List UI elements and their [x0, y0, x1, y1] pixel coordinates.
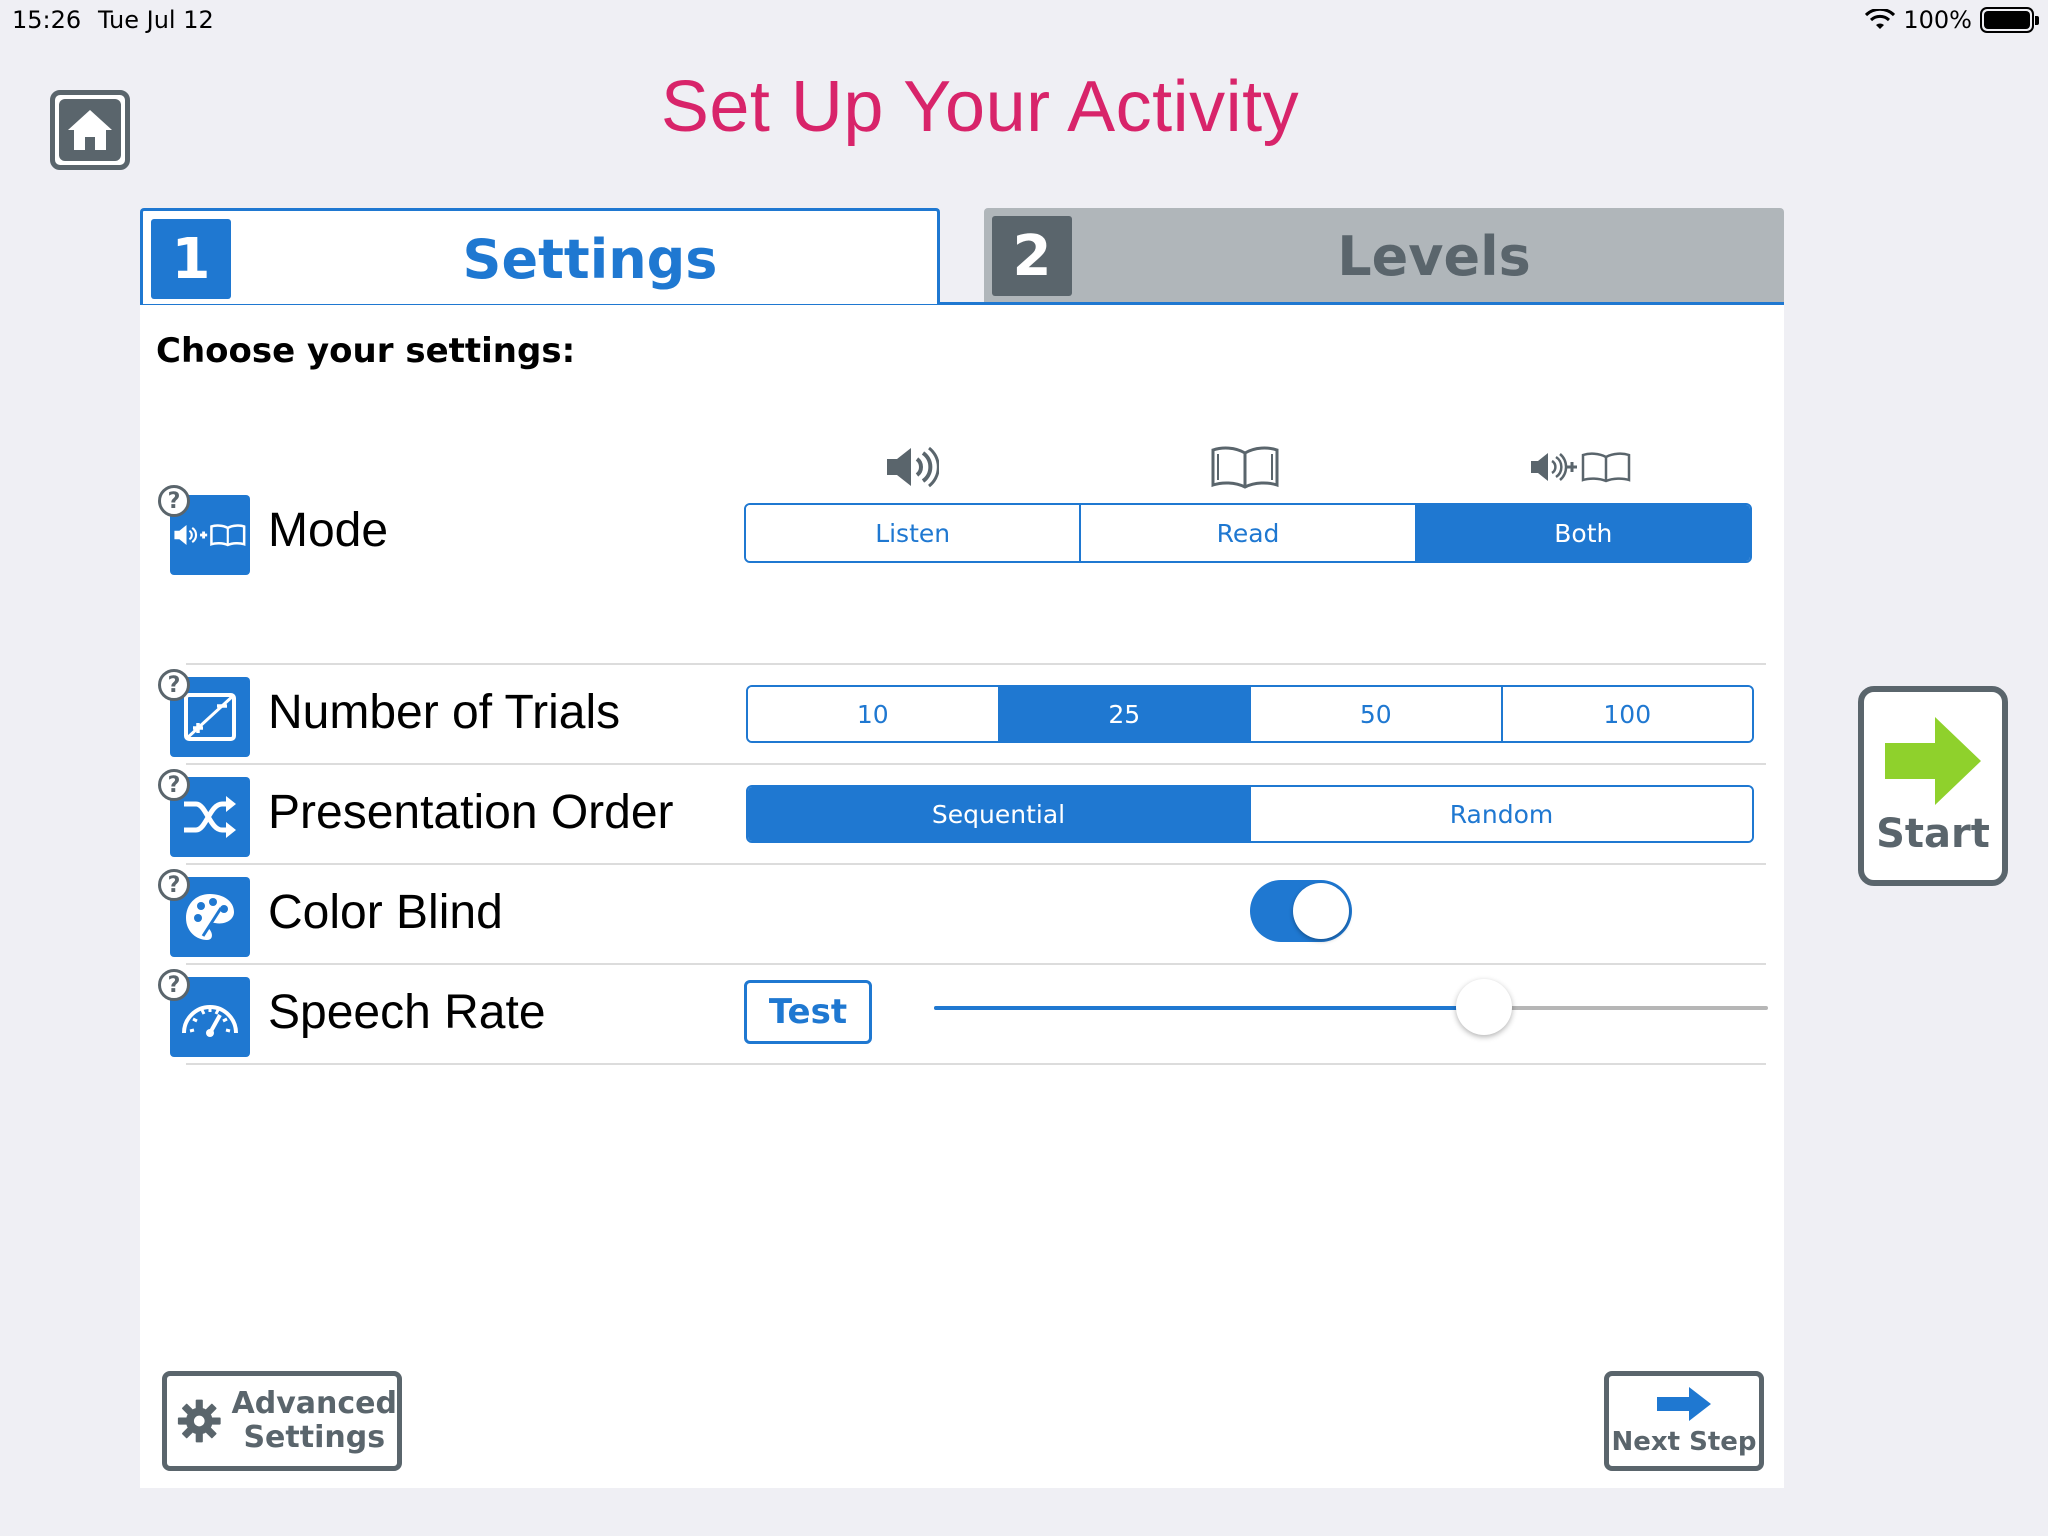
- advanced-settings-label: Advanced Settings: [231, 1386, 397, 1455]
- speaker-icon: [846, 439, 976, 495]
- tab-settings[interactable]: 1 Settings: [140, 208, 940, 304]
- trials-label: Number of Trials: [268, 686, 621, 739]
- order-label: Presentation Order: [268, 786, 674, 839]
- battery-icon: [1980, 7, 2039, 33]
- tab-label: Settings: [462, 227, 718, 291]
- trials-option-10[interactable]: 10: [748, 687, 998, 741]
- tab-number: 1: [151, 219, 231, 299]
- color-blind-toggle[interactable]: [1250, 880, 1352, 942]
- next-step-button[interactable]: Next Step: [1604, 1371, 1764, 1471]
- speech-rate-help-icon[interactable]: ?: [158, 969, 190, 1001]
- status-date: Tue Jul 12: [98, 6, 214, 34]
- row-divider: [186, 763, 1766, 765]
- settings-panel: Choose your settings: ? Mode Listen Read…: [140, 302, 1784, 1488]
- order-option-random[interactable]: Random: [1249, 787, 1752, 841]
- tab-levels[interactable]: 2 Levels: [984, 208, 1784, 304]
- row-divider: [186, 963, 1766, 965]
- row-divider: [186, 863, 1766, 865]
- wifi-icon: [1865, 9, 1896, 29]
- color-blind-help-icon[interactable]: ?: [158, 869, 190, 901]
- status-right: 100%: [1865, 6, 2039, 34]
- mode-option-listen[interactable]: Listen: [746, 505, 1080, 561]
- row-divider: [186, 663, 1766, 665]
- start-arrow-icon: [1885, 717, 1981, 805]
- mode-label: Mode: [268, 504, 389, 557]
- panel-subtitle: Choose your settings:: [156, 331, 576, 371]
- order-help-icon[interactable]: ?: [158, 769, 190, 801]
- mode-segmented-control[interactable]: Listen Read Both: [744, 503, 1752, 563]
- next-step-label: Next Step: [1611, 1427, 1757, 1457]
- tab-label: Levels: [1337, 224, 1531, 288]
- toggle-knob: [1293, 883, 1349, 939]
- speech-test-button[interactable]: Test: [744, 980, 872, 1044]
- trials-help-icon[interactable]: ?: [158, 669, 190, 701]
- tab-number: 2: [992, 216, 1072, 296]
- mode-option-both[interactable]: Both: [1414, 505, 1750, 561]
- status-bar: 15:26 Tue Jul 12 100%: [0, 0, 2048, 40]
- color-blind-label: Color Blind: [268, 886, 503, 939]
- speaker-plus-book-icon: [1516, 439, 1646, 495]
- trials-option-50[interactable]: 50: [1249, 687, 1501, 741]
- mode-help-icon[interactable]: ?: [158, 485, 190, 517]
- arrow-right-icon: [1657, 1387, 1711, 1421]
- status-time: 15:26: [12, 6, 82, 34]
- trials-option-25[interactable]: 25: [997, 687, 1249, 741]
- trials-segmented-control[interactable]: 10 25 50 100: [746, 685, 1754, 743]
- advanced-settings-button[interactable]: Advanced Settings: [162, 1371, 402, 1471]
- slider-fill: [934, 1006, 1485, 1010]
- trials-option-100[interactable]: 100: [1500, 687, 1752, 741]
- order-segmented-control[interactable]: Sequential Random: [746, 785, 1754, 843]
- start-label: Start: [1876, 811, 1990, 857]
- page-title: Set Up Your Activity: [660, 67, 1300, 147]
- gear-icon: [177, 1399, 221, 1443]
- mode-option-read[interactable]: Read: [1079, 505, 1415, 561]
- start-button[interactable]: Start: [1858, 686, 2008, 886]
- order-option-sequential[interactable]: Sequential: [748, 787, 1249, 841]
- battery-percent: 100%: [1903, 6, 1972, 34]
- book-icon: [1180, 439, 1310, 495]
- speech-rate-label: Speech Rate: [268, 986, 546, 1039]
- row-divider: [186, 1063, 1766, 1065]
- speech-rate-slider[interactable]: [934, 979, 1768, 1035]
